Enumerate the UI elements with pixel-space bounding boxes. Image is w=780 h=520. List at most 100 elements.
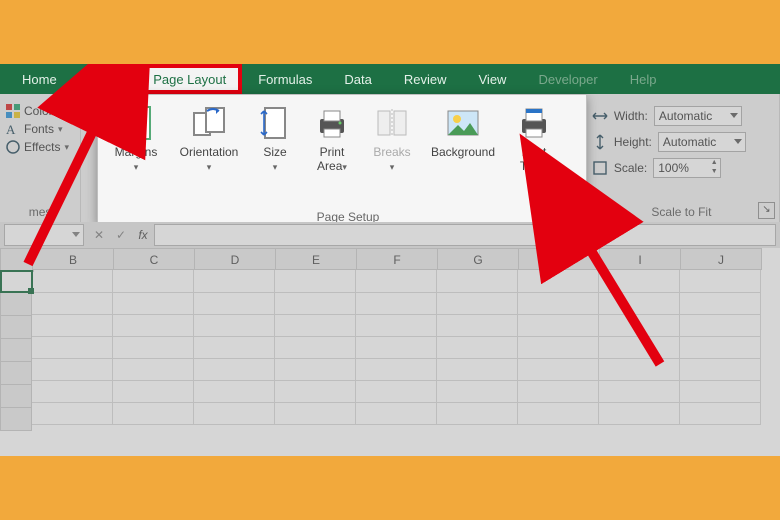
cell[interactable]: [518, 314, 599, 337]
cell[interactable]: [437, 336, 518, 359]
enter-formula-button[interactable]: ✓: [110, 224, 132, 246]
cell[interactable]: [275, 402, 356, 425]
cell[interactable]: [437, 380, 518, 403]
width-combo[interactable]: Automatic: [654, 106, 742, 126]
cell[interactable]: [194, 358, 275, 381]
cell[interactable]: [194, 402, 275, 425]
row-header[interactable]: [0, 408, 32, 431]
column-header[interactable]: E: [276, 248, 357, 270]
cell[interactable]: [680, 380, 761, 403]
tab-formulas[interactable]: Formulas: [242, 64, 328, 94]
row-header[interactable]: [0, 293, 32, 316]
cell[interactable]: [275, 292, 356, 315]
cancel-formula-button[interactable]: ✕: [88, 224, 110, 246]
cell[interactable]: [32, 380, 113, 403]
select-all-corner[interactable]: [0, 248, 34, 272]
tab-view[interactable]: View: [463, 64, 523, 94]
cell[interactable]: [32, 402, 113, 425]
tab-page-layout[interactable]: Page Layout: [137, 64, 242, 94]
cell[interactable]: [599, 402, 680, 425]
cell[interactable]: [599, 358, 680, 381]
column-header[interactable]: B: [32, 248, 114, 270]
print-titles-button[interactable]: Print Titles: [506, 99, 562, 173]
row-header[interactable]: [0, 362, 32, 385]
cell[interactable]: [518, 292, 599, 315]
cell[interactable]: [356, 358, 437, 381]
cell[interactable]: [356, 380, 437, 403]
cell[interactable]: [194, 380, 275, 403]
themes-effects-button[interactable]: Effects▾: [6, 140, 69, 154]
tab-review[interactable]: Review: [388, 64, 463, 94]
cell[interactable]: [599, 292, 680, 315]
cell[interactable]: [680, 402, 761, 425]
cell[interactable]: [275, 336, 356, 359]
cell[interactable]: [437, 292, 518, 315]
tab-developer[interactable]: Developer: [522, 64, 613, 94]
cell[interactable]: [32, 336, 113, 359]
cell[interactable]: [356, 292, 437, 315]
cell[interactable]: [275, 380, 356, 403]
tab-help[interactable]: Help: [614, 64, 673, 94]
cell[interactable]: [437, 402, 518, 425]
orientation-button[interactable]: Orientation▾: [172, 99, 246, 174]
cell[interactable]: [113, 270, 194, 293]
cell[interactable]: [518, 270, 599, 293]
insert-function-button[interactable]: fx: [132, 224, 154, 246]
row-header[interactable]: [0, 316, 32, 339]
cell[interactable]: [680, 292, 761, 315]
column-header[interactable]: I: [600, 248, 681, 270]
column-header[interactable]: D: [195, 248, 276, 270]
row-header[interactable]: [0, 385, 32, 408]
scale-dialog-launcher[interactable]: ↘: [758, 202, 775, 219]
column-header[interactable]: J: [681, 248, 762, 270]
cell[interactable]: [113, 314, 194, 337]
breaks-button[interactable]: Breaks▾: [364, 99, 420, 174]
cell[interactable]: [113, 358, 194, 381]
cell[interactable]: [194, 314, 275, 337]
cell[interactable]: [194, 292, 275, 315]
cell[interactable]: [32, 358, 113, 381]
cell[interactable]: [680, 270, 761, 293]
column-header[interactable]: F: [357, 248, 438, 270]
cell[interactable]: [599, 270, 680, 293]
cell[interactable]: [599, 314, 680, 337]
cell[interactable]: [356, 270, 437, 293]
cell[interactable]: [680, 314, 761, 337]
cell[interactable]: [680, 358, 761, 381]
cell[interactable]: [356, 314, 437, 337]
cell[interactable]: [275, 358, 356, 381]
column-header[interactable]: C: [114, 248, 195, 270]
cell[interactable]: [194, 270, 275, 293]
cell[interactable]: [32, 314, 113, 337]
themes-colors-button[interactable]: Colors▾: [6, 104, 67, 118]
cell[interactable]: [113, 380, 194, 403]
cell[interactable]: [194, 336, 275, 359]
tab-data[interactable]: Data: [328, 64, 387, 94]
tab-home[interactable]: Home: [6, 64, 73, 94]
cell[interactable]: [275, 270, 356, 293]
row-header[interactable]: [0, 339, 32, 362]
cell[interactable]: [356, 402, 437, 425]
background-button[interactable]: Background: [424, 99, 502, 159]
formula-input[interactable]: [154, 224, 776, 246]
cell[interactable]: [275, 314, 356, 337]
cell[interactable]: [518, 402, 599, 425]
cell[interactable]: [437, 358, 518, 381]
size-button[interactable]: Size▾: [250, 99, 300, 174]
cell[interactable]: [437, 314, 518, 337]
cell[interactable]: [518, 380, 599, 403]
cell[interactable]: [356, 336, 437, 359]
tab-insert[interactable]: Insert: [73, 64, 138, 94]
column-header[interactable]: G: [438, 248, 519, 270]
cell[interactable]: [518, 358, 599, 381]
scale-spin[interactable]: 100%▲▼: [653, 158, 721, 178]
height-combo[interactable]: Automatic: [658, 132, 746, 152]
cell[interactable]: [599, 336, 680, 359]
cell[interactable]: [32, 292, 113, 315]
themes-fonts-button[interactable]: A Fonts▾: [6, 122, 63, 136]
cell[interactable]: [437, 270, 518, 293]
active-cell[interactable]: [0, 270, 33, 293]
cell[interactable]: [518, 336, 599, 359]
name-box[interactable]: [4, 224, 84, 246]
cell[interactable]: [32, 270, 113, 293]
